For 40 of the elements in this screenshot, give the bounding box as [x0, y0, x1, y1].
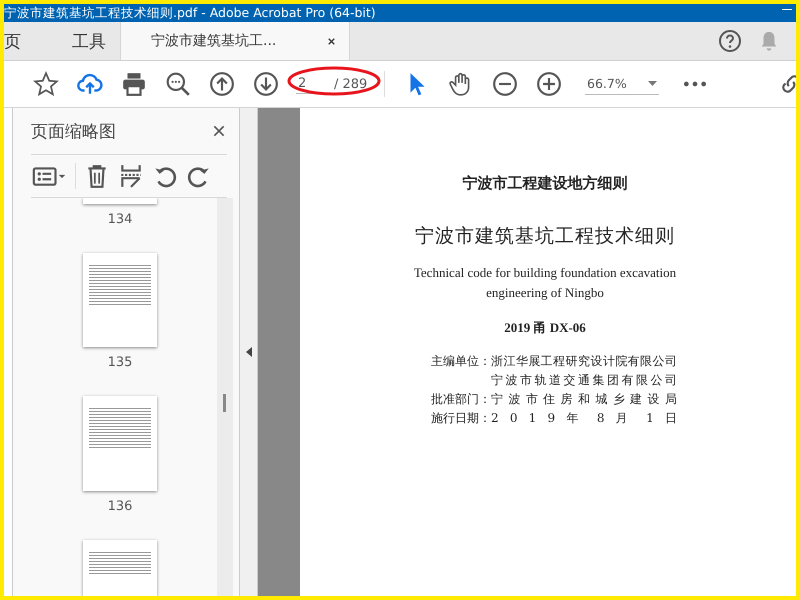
info-label: 主编单位： [431, 353, 491, 370]
page-number-label: 136 [108, 498, 132, 514]
printer-icon[interactable] [121, 71, 147, 97]
tab[interactable]: 页 [4, 22, 58, 60]
tab[interactable]: 宁波市建筑基坑工... [120, 22, 350, 60]
page-number-label: 134 [108, 212, 132, 228]
page-number-label: 135 [108, 355, 132, 370]
page-count: / 289 [334, 76, 368, 92]
window-title: 宁波市建筑基坑工程技术细则.pdf - Adobe Acrobat Pro (64-bit) [4, 4, 376, 22]
help-icon[interactable] [718, 29, 742, 53]
info-label: 施行日期： [431, 410, 491, 427]
page-thumbnail[interactable] [83, 198, 157, 204]
star-icon[interactable] [33, 71, 59, 97]
page-thumbnail[interactable] [83, 253, 157, 348]
cloud-upload-icon[interactable] [77, 71, 103, 97]
document-series: 宁波市工程建设地方细则 [462, 174, 628, 193]
zoom-out-icon[interactable] [492, 71, 518, 97]
info-value: 宁波市住房和城乡建设局 [491, 391, 677, 408]
zoom-in-icon[interactable] [536, 71, 562, 97]
info-value: 2 0 1 9 年 8 月 1 日 [491, 410, 677, 427]
page-thumbnail[interactable] [83, 540, 157, 596]
zoom-search-icon[interactable] [165, 71, 191, 97]
page-thumbnail[interactable] [83, 396, 157, 491]
tab[interactable]: 工具 [58, 22, 120, 60]
english-title: Technical code for building foundation excavation engineering of Ningbo [414, 264, 676, 302]
info-value: 宁波市轨道交通集团有限公司 [491, 372, 677, 389]
page-number-field[interactable]: 2 [296, 74, 328, 94]
document-code: 2019 甬 DX-06 [504, 319, 586, 337]
caret-icon[interactable] [648, 81, 657, 86]
info-label: 批准部门： [431, 391, 491, 408]
minimize-button[interactable] [782, 8, 792, 10]
panel-toggle[interactable] [239, 108, 258, 596]
scrollbar[interactable] [217, 198, 233, 596]
panel-title: 页面缩略图 [31, 120, 116, 142]
document-title: 宁波市建筑基坑工程技术细则 [415, 224, 675, 249]
info-value: 浙江华展工程研究设计院有限公司 [491, 353, 677, 370]
close-icon[interactable] [211, 123, 227, 139]
zoom-dropdown[interactable]: 66.7% [585, 73, 659, 95]
collapse-arrow-icon[interactable] [246, 347, 252, 357]
close-icon[interactable] [326, 36, 337, 46]
